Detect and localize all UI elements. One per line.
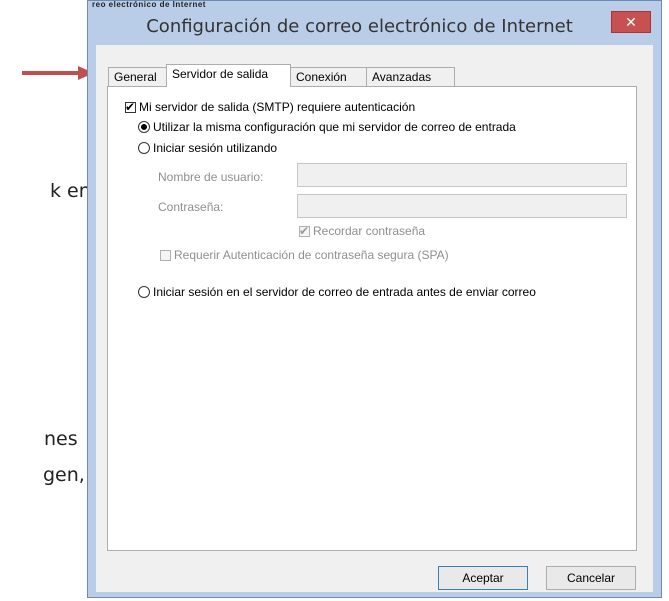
option-login-using-radio[interactable] [138,142,150,154]
tab-avanzadas[interactable]: Avanzadas [366,67,455,86]
option-same-settings-label: Utilizar la misma configuración que mi s… [153,120,516,134]
spa-label: Requerir Autenticación de contraseña seg… [174,248,449,262]
option-same-settings-row[interactable]: Utilizar la misma configuración que mi s… [138,120,516,134]
password-label: Contraseña: [158,200,224,214]
option-pop-before-smtp-label: Iniciar sesión en el servidor de correo … [153,285,536,299]
red-arrow-icon [22,66,94,80]
username-label: Nombre de usuario: [158,170,264,184]
background-text-3: gen, [43,464,85,486]
dialog-title: Configuración de correo electrónico de I… [146,16,573,37]
password-input[interactable] [297,194,627,218]
remember-password-checkbox[interactable]: ✔ [299,223,310,238]
smtp-auth-checkbox-row[interactable]: ✔ Mi servidor de salida (SMTP) requiere … [125,100,415,114]
option-same-settings-radio[interactable] [138,121,150,133]
background-text-1: k en [50,180,91,202]
close-button[interactable]: ✕ [611,11,651,33]
checkmark-icon: ✔ [125,99,136,114]
partial-window-title: reo electrónico de Internet [92,1,206,8]
tab-servidor-de-salida[interactable]: Servidor de salida [166,64,291,87]
internet-email-settings-dialog: reo electrónico de Internet Configuració… [87,0,662,598]
remember-password-label: Recordar contraseña [313,224,426,238]
tab-panel: ✔ Mi servidor de salida (SMTP) requiere … [107,86,637,551]
username-input[interactable] [297,163,627,187]
tab-conexion[interactable]: Conexión [290,67,367,86]
spa-row[interactable]: Requerir Autenticación de contraseña seg… [160,248,449,262]
cancel-button[interactable]: Cancelar [546,566,636,590]
accept-button[interactable]: Aceptar [438,566,528,590]
option-pop-before-smtp-radio[interactable] [138,286,150,298]
checkmark-icon: ✔ [299,223,310,238]
background-text-2: nes [44,428,78,450]
smtp-auth-label: Mi servidor de salida (SMTP) requiere au… [139,100,416,114]
spa-checkbox[interactable] [160,249,171,261]
close-icon: ✕ [625,14,637,30]
smtp-auth-checkbox[interactable]: ✔ [125,99,136,114]
tab-general[interactable]: General [108,67,167,86]
option-pop-before-smtp-row[interactable]: Iniciar sesión en el servidor de correo … [138,285,536,299]
option-login-using-row[interactable]: Iniciar sesión utilizando [138,141,277,155]
remember-password-row[interactable]: ✔ Recordar contraseña [299,224,425,238]
option-login-using-label: Iniciar sesión utilizando [153,141,278,155]
